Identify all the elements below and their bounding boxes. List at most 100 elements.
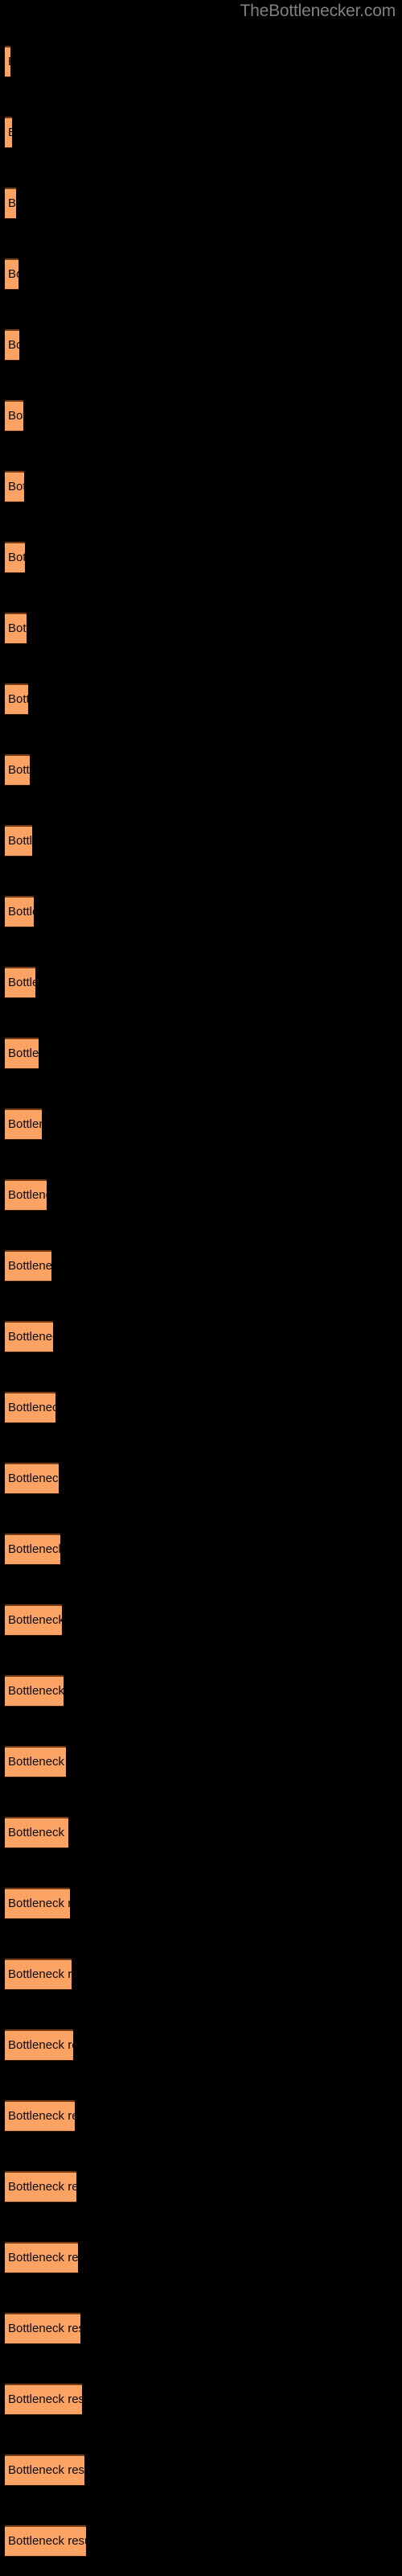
bar-row: Bottleneck result (0, 117, 402, 148)
bar-label: Bottleneck result (8, 126, 12, 140)
bar-row: Bottleneck result (0, 2171, 402, 2202)
bar-label: Bottleneck result (8, 621, 27, 635)
bar-row: Bottleneck result (0, 1604, 402, 1636)
bar[interactable]: Bottleneck result (5, 2171, 76, 2202)
bar[interactable]: Bottleneck result (5, 683, 28, 715)
bar[interactable]: Bottleneck result (5, 967, 35, 998)
bar-label: Bottleneck result (8, 1897, 70, 1910)
bar-row: Bottleneck result (0, 896, 402, 927)
bar-row: Bottleneck result (0, 1108, 402, 1140)
bar[interactable]: Bottleneck result (5, 258, 18, 290)
bar[interactable]: Bottleneck result (5, 542, 25, 573)
bar-row: Bottleneck result (0, 1746, 402, 1777)
bar[interactable]: Bottleneck result (5, 1534, 60, 1565)
bar[interactable]: Bottleneck result (5, 1179, 47, 1211)
bar[interactable]: Bottleneck result (5, 471, 24, 502)
bar-label: Bottleneck result (8, 763, 30, 777)
bar-label: Bottleneck result (8, 480, 24, 493)
bar-row: Bottleneck result (0, 754, 402, 786)
bar-label: Bottleneck result (8, 834, 32, 848)
bar-label: Bottleneck result (8, 1188, 47, 1202)
bar[interactable]: Bottleneck result (5, 2454, 84, 2486)
bar-row: Bottleneck result (0, 2525, 402, 2557)
bar-row: Bottleneck result (0, 1463, 402, 1494)
bottleneck-bar-chart: TheBottlenecker.com Bottleneck resultBot… (0, 0, 402, 2576)
bar-label: Bottleneck result (8, 1542, 60, 1556)
bar-row: Bottleneck result (0, 613, 402, 644)
bar-row: Bottleneck result (0, 2100, 402, 2132)
bar-label: Bottleneck result (8, 1330, 53, 1344)
bar[interactable]: Bottleneck result (5, 1392, 55, 1423)
bar-label: Bottleneck result (8, 196, 16, 210)
bar-row: Bottleneck result (0, 1534, 402, 1565)
bar-row: Bottleneck result (0, 967, 402, 998)
bar-row: Bottleneck result (0, 1888, 402, 1919)
bar[interactable]: Bottleneck result (5, 400, 23, 431)
bar-row: Bottleneck result (0, 258, 402, 290)
bar[interactable]: Bottleneck result (5, 117, 12, 148)
bar[interactable]: Bottleneck result (5, 1250, 51, 1282)
bar[interactable]: Bottleneck result (5, 2525, 86, 2557)
bar[interactable]: Bottleneck result (5, 1959, 72, 1990)
bar-row: Bottleneck result (0, 1038, 402, 1069)
bar-label: Bottleneck result (8, 409, 23, 423)
bar-label: Bottleneck result (8, 1755, 66, 1769)
bar-label: Bottleneck result (8, 2038, 73, 2052)
bar[interactable]: Bottleneck result (5, 329, 19, 361)
bar-row: Bottleneck result (0, 1392, 402, 1423)
bar-row: Bottleneck result (0, 2384, 402, 2415)
bar-label: Bottleneck result (8, 338, 19, 352)
bar-row: Bottleneck result (0, 1675, 402, 1707)
bar[interactable]: Bottleneck result (5, 1888, 70, 1919)
bar[interactable]: Bottleneck result (5, 1321, 53, 1352)
bar-label: Bottleneck result (8, 2392, 82, 2406)
bar[interactable]: Bottleneck result (5, 2313, 80, 2344)
bar[interactable]: Bottleneck result (5, 2242, 78, 2273)
bar[interactable]: Bottleneck result (5, 1038, 39, 1069)
bar-label: Bottleneck result (8, 2251, 78, 2264)
bar[interactable]: Bottleneck result (5, 1817, 68, 1848)
bar-label: Bottleneck result (8, 2322, 80, 2335)
bar-label: Bottleneck result (8, 1117, 42, 1131)
bar-label: Bottleneck result (8, 976, 35, 989)
bar-label: Bottleneck result (8, 2180, 76, 2194)
bar[interactable]: Bottleneck result (5, 1108, 42, 1140)
bar-label: Bottleneck result (8, 1472, 59, 1485)
bar-row: Bottleneck result (0, 400, 402, 431)
bar-row: Bottleneck result (0, 1959, 402, 1990)
bar[interactable]: Bottleneck result (5, 46, 10, 77)
bar[interactable]: Bottleneck result (5, 2384, 82, 2415)
bar-row: Bottleneck result (0, 46, 402, 77)
bar[interactable]: Bottleneck result (5, 754, 30, 786)
bar-label: Bottleneck result (8, 267, 18, 281)
bar[interactable]: Bottleneck result (5, 1604, 62, 1636)
bars-layer: Bottleneck result Bottleneck result Bottle… (0, 0, 402, 2576)
bar-label: Bottleneck result (8, 905, 34, 919)
bar-label: Bottleneck result (8, 55, 10, 69)
bar-label: Bottleneck result (8, 1826, 68, 1839)
bar-row: Bottleneck result (0, 1321, 402, 1352)
bar[interactable]: Bottleneck result (5, 2029, 73, 2061)
bar[interactable]: Bottleneck result (5, 825, 32, 857)
bar-label: Bottleneck result (8, 2109, 75, 2123)
bar-row: Bottleneck result (0, 471, 402, 502)
bar-row: Bottleneck result (0, 825, 402, 857)
bar[interactable]: Bottleneck result (5, 896, 34, 927)
bar-row: Bottleneck result (0, 2029, 402, 2061)
bar-row: Bottleneck result (0, 1250, 402, 1282)
bar-row: Bottleneck result (0, 1179, 402, 1211)
bar-row: Bottleneck result (0, 329, 402, 361)
bar-label: Bottleneck result (8, 2534, 86, 2548)
bar-label: Bottleneck result (8, 1401, 55, 1414)
bar-row: Bottleneck result (0, 1817, 402, 1848)
bar-label: Bottleneck result (8, 551, 25, 564)
bar[interactable]: Bottleneck result (5, 1463, 59, 1494)
bar[interactable]: Bottleneck result (5, 2100, 75, 2132)
bar-label: Bottleneck result (8, 1259, 51, 1273)
bar[interactable]: Bottleneck result (5, 1746, 66, 1777)
bar[interactable]: Bottleneck result (5, 613, 27, 644)
bar-label: Bottleneck result (8, 1684, 64, 1698)
bar[interactable]: Bottleneck result (5, 1675, 64, 1707)
bar[interactable]: Bottleneck result (5, 188, 16, 219)
bar-label: Bottleneck result (8, 1967, 72, 1981)
